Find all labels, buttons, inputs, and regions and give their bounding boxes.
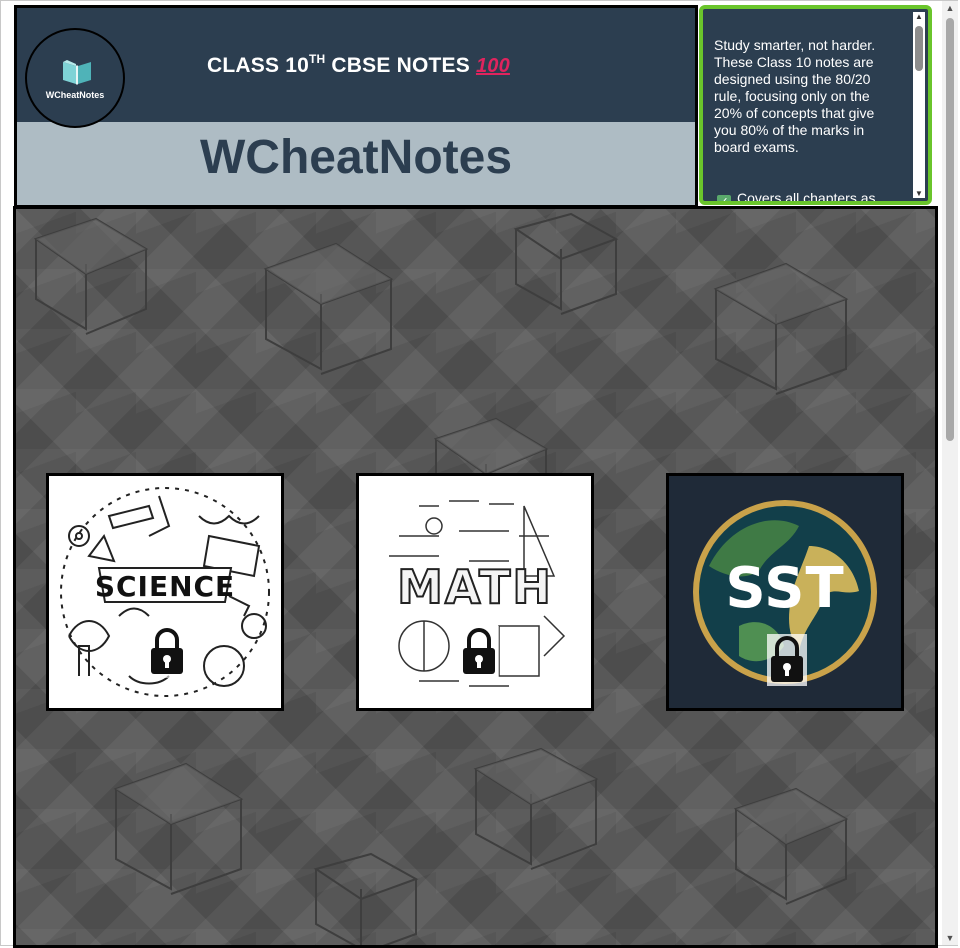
math-subject-card[interactable]: MATH [356,473,594,711]
info-description: Study smarter, not harder. These Class 1… [714,37,876,155]
header-site-name-bar: WCheatNotes [17,122,695,205]
checkmark-icon: ✓ [717,195,731,201]
site-name: WCheatNotes [199,131,513,184]
checklist-item-label: Covers all chapters as [737,190,876,205]
site-header: CLASS 10TH CBSE NOTES 100 WCheatNotes WCh… [14,5,698,208]
sst-subject-card[interactable]: SST [666,473,904,711]
hundred-emoji-icon: 100 [475,55,510,77]
scroll-down-arrow-icon[interactable]: ▼ [914,189,924,198]
page-scrollbar[interactable]: ▲ ▼ [942,1,958,945]
info-scrollbar-thumb[interactable] [915,26,923,71]
lock-icon [147,626,187,678]
checklist-item: ✓ Covers all chapters as [717,190,876,205]
science-card-label: SCIENCE [94,570,236,603]
info-scrollbar[interactable]: ▲ ▼ [913,12,925,198]
math-card-label: MATH [396,559,553,615]
book-icon [63,60,91,85]
page-title: CLASS 10TH CBSE NOTES 100 [207,52,510,77]
lock-icon [459,626,499,678]
lock-icon [767,634,807,686]
sst-card-label: SST [725,556,845,621]
site-logo[interactable]: WCheatNotes [25,28,125,128]
page-scrollbar-thumb[interactable] [946,18,954,441]
info-panel[interactable]: Study smarter, not harder. These Class 1… [699,5,932,205]
scroll-up-arrow-icon[interactable]: ▲ [914,12,924,21]
page-scroll-down-arrow-icon[interactable]: ▼ [942,933,958,943]
science-subject-card[interactable]: SCIENCE [46,473,284,711]
logo-text: WCheatNotes [45,90,105,100]
page-scroll-up-arrow-icon[interactable]: ▲ [942,3,958,13]
subjects-area: SCIENCE MATH SST [13,206,938,948]
